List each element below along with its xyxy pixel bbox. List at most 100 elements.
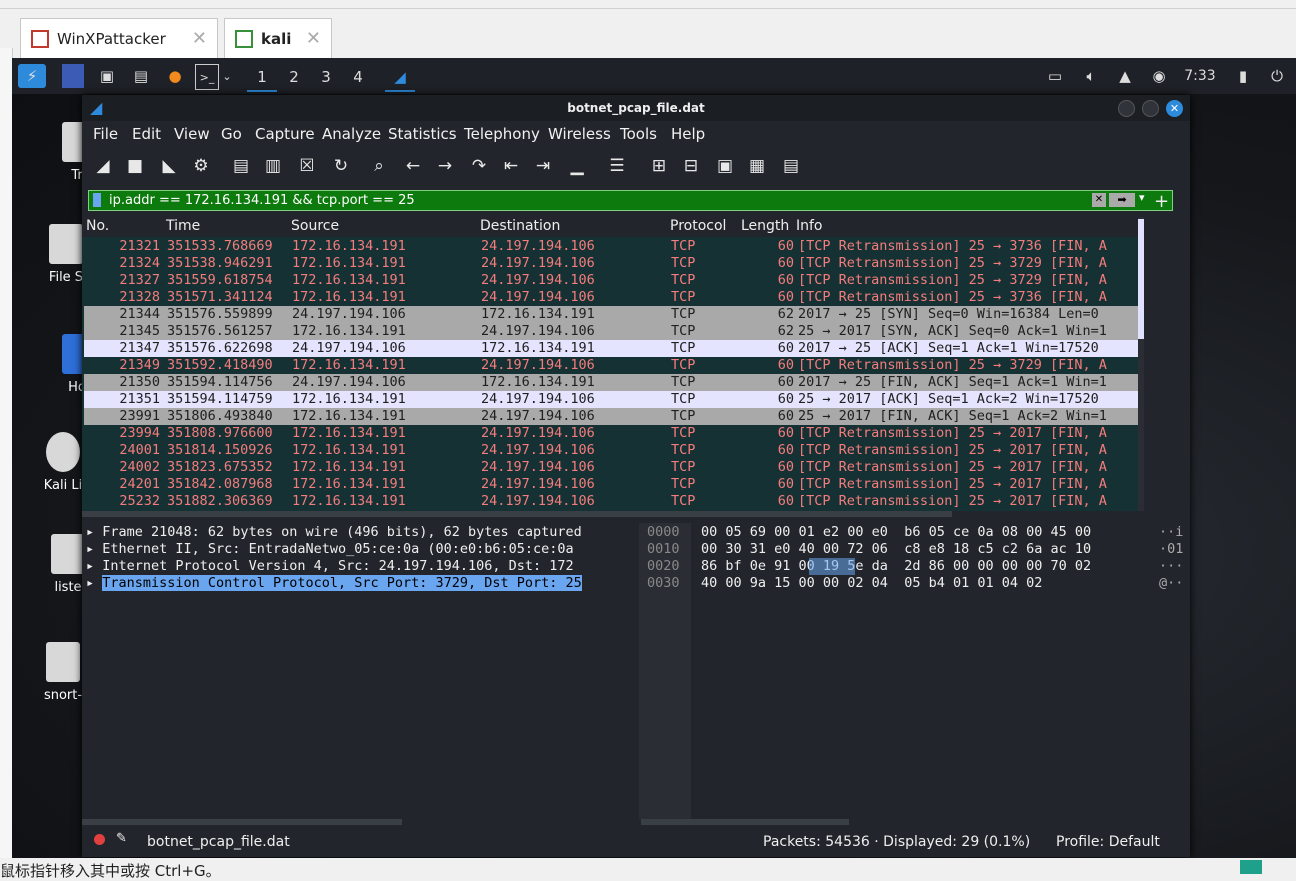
table-row[interactable]: 21344 351576.559899 24.197.194.106 172.16.1… bbox=[84, 306, 1140, 323]
menu-capture[interactable]: Capture bbox=[255, 125, 315, 143]
wireshark-task-icon[interactable]: ◢ bbox=[385, 64, 415, 92]
restart-capture-icon[interactable]: ◣ bbox=[158, 155, 180, 177]
close-file-icon[interactable]: ☒ bbox=[296, 155, 318, 177]
column-info[interactable]: Info bbox=[796, 218, 823, 234]
bytes-hex[interactable]: 00 30 31 e0 40 00 72 06 c8 e8 18 c5 c2 6… bbox=[701, 541, 1091, 558]
minimize-button[interactable] bbox=[1118, 100, 1135, 117]
filter-history-chevron-icon[interactable]: ▾ bbox=[1139, 191, 1145, 204]
save-file-icon[interactable]: ▥ bbox=[262, 155, 284, 177]
menu-go[interactable]: Go bbox=[221, 125, 242, 143]
status-profile[interactable]: Profile: Default bbox=[1056, 834, 1160, 850]
expert-info-icon[interactable] bbox=[94, 834, 105, 845]
first-packet-icon[interactable]: ⇤ bbox=[500, 155, 522, 177]
column-length[interactable]: Length bbox=[741, 218, 789, 234]
bytes-ascii[interactable]: ··· bbox=[1159, 558, 1183, 575]
firefox-icon[interactable]: ● bbox=[164, 64, 186, 88]
text-editor-icon[interactable]: ▤ bbox=[130, 64, 152, 88]
window-title-bar[interactable]: ◢ botnet_pcap_file.dat ✕ bbox=[82, 95, 1190, 121]
volume-icon[interactable]: 🔈︎ bbox=[1082, 64, 1100, 88]
bytes-ascii[interactable]: @·· bbox=[1159, 575, 1183, 592]
menu-telephony[interactable]: Telephony bbox=[464, 125, 540, 143]
display-filter-input[interactable] bbox=[109, 191, 1069, 210]
table-row[interactable]: 21347 351576.622698 24.197.194.106 172.16.1… bbox=[84, 340, 1140, 357]
maximize-button[interactable] bbox=[1142, 100, 1159, 117]
start-capture-icon[interactable]: ◢ bbox=[92, 155, 114, 177]
workspace-4[interactable]: 4 bbox=[343, 64, 373, 90]
table-row[interactable]: 21328 351571.341124 172.16.134.191 24.197.1… bbox=[84, 289, 1140, 306]
menu-file[interactable]: File bbox=[93, 125, 118, 143]
bytes-hex[interactable]: 86 bf 0e 91 00 19 5e da 2d 86 00 00 00 0… bbox=[701, 558, 1091, 575]
notification-icon[interactable]: ▲ bbox=[1116, 64, 1134, 88]
zoom-out-icon[interactable]: ⊟ bbox=[680, 155, 702, 177]
menu-help[interactable]: Help bbox=[671, 125, 705, 143]
table-row[interactable]: 21324 351538.946291 172.16.134.191 24.197.1… bbox=[84, 255, 1140, 272]
bytes-ascii[interactable]: ··i bbox=[1159, 524, 1183, 541]
kali-menu-icon[interactable]: ⚡ bbox=[18, 64, 46, 88]
file-manager-icon[interactable]: ▣ bbox=[96, 64, 118, 88]
apply-filter-icon[interactable]: ➡ bbox=[1109, 193, 1135, 207]
lock-icon[interactable]: ▮ bbox=[1234, 64, 1252, 88]
close-window-button[interactable]: ✕ bbox=[1166, 100, 1183, 117]
close-icon[interactable]: ✕ bbox=[192, 28, 207, 49]
column-source[interactable]: Source bbox=[291, 218, 339, 234]
normal-size-icon[interactable]: ▣ bbox=[714, 155, 736, 177]
workspace-3[interactable]: 3 bbox=[311, 64, 341, 90]
table-row[interactable]: 21327 351559.618754 172.16.134.191 24.197.1… bbox=[84, 272, 1140, 289]
capture-comment-icon[interactable]: ✎ bbox=[116, 831, 127, 846]
column-destination[interactable]: Destination bbox=[480, 218, 560, 234]
vm-tab-winxp[interactable]: WinXPattacker ✕ bbox=[20, 18, 218, 58]
packet-list-scrollbar[interactable] bbox=[1138, 217, 1144, 511]
find-packet-icon[interactable]: ⌕ bbox=[368, 155, 390, 177]
bytes-hex[interactable]: 40 00 9a 15 00 00 02 04 05 b4 01 01 04 0… bbox=[701, 575, 1042, 592]
menu-view[interactable]: View bbox=[174, 125, 210, 143]
bytes-hex[interactable]: 00 05 69 00 01 e2 00 e0 b6 05 ce 0a 08 0… bbox=[701, 524, 1091, 541]
reload-file-icon[interactable]: ↻ bbox=[330, 155, 352, 177]
table-row[interactable]: 25232 351882.306369 172.16.134.191 24.197.1… bbox=[84, 493, 1140, 510]
desktop-icon-filesystem[interactable]: File S bbox=[46, 224, 86, 285]
stop-capture-icon[interactable]: ■ bbox=[124, 155, 146, 177]
menu-wireless[interactable]: Wireless bbox=[548, 125, 611, 143]
bytes-ascii[interactable]: ·01 bbox=[1159, 541, 1183, 558]
menu-tools[interactable]: Tools bbox=[620, 125, 657, 143]
column-time[interactable]: Time bbox=[166, 218, 200, 234]
go-forward-icon[interactable]: → bbox=[434, 155, 456, 177]
table-row[interactable]: 23994 351808.976600 172.16.134.191 24.197.1… bbox=[84, 425, 1140, 442]
screen-icon[interactable]: ▭ bbox=[1046, 64, 1064, 88]
menu-analyze[interactable]: Analyze bbox=[322, 125, 381, 143]
table-row[interactable]: 24001 351814.150926 172.16.134.191 24.197.1… bbox=[84, 442, 1140, 459]
table-row[interactable]: 21321 351533.768669 172.16.134.191 24.197.1… bbox=[84, 238, 1140, 255]
go-back-icon[interactable]: ← bbox=[402, 155, 424, 177]
column-no[interactable]: No. bbox=[86, 218, 109, 234]
close-icon[interactable]: ✕ bbox=[306, 28, 321, 49]
go-to-packet-icon[interactable]: ↷ bbox=[468, 155, 490, 177]
layout-icon[interactable]: ▤ bbox=[780, 155, 802, 177]
table-row[interactable]: 21351 351594.114759 172.16.134.191 24.197.1… bbox=[84, 391, 1140, 408]
chevron-down-icon[interactable]: ⌄ bbox=[220, 64, 234, 88]
bytes-hscrollbar[interactable] bbox=[641, 819, 849, 825]
logout-icon[interactable]: ⏻ bbox=[1268, 64, 1286, 88]
clear-filter-icon[interactable]: ✕ bbox=[1092, 193, 1106, 207]
desktop-icon-snort[interactable]: snort- bbox=[38, 642, 88, 703]
table-row[interactable]: 21349 351592.418490 172.16.134.191 24.197.1… bbox=[84, 357, 1140, 374]
autoscroll-icon[interactable]: ▁ bbox=[566, 155, 588, 177]
workspace-1[interactable]: 1 bbox=[247, 64, 277, 92]
vm-tab-kali[interactable]: kali ✕ bbox=[224, 18, 332, 58]
detail-row-frame[interactable]: ▸ Frame 21048: 62 bytes on wire (496 bit… bbox=[86, 524, 631, 541]
resize-columns-icon[interactable]: ▦ bbox=[746, 155, 768, 177]
colorize-icon[interactable]: ☰ bbox=[606, 155, 628, 177]
last-packet-icon[interactable]: ⇥ bbox=[532, 155, 554, 177]
capture-options-icon[interactable]: ⚙ bbox=[190, 155, 212, 177]
terminal-icon[interactable]: >_ bbox=[195, 64, 219, 90]
packet-list-hscrollbar[interactable] bbox=[82, 511, 952, 517]
desktop-icon-kali[interactable]: Kali Li bbox=[38, 432, 88, 493]
menu-edit[interactable]: Edit bbox=[132, 125, 161, 143]
detail-row-tcp[interactable]: ▸ Transmission Control Protocol, Src Por… bbox=[86, 575, 631, 592]
table-row[interactable]: 23991 351806.493840 172.16.134.191 24.197.1… bbox=[84, 408, 1140, 425]
power-status-icon[interactable]: ◉ bbox=[1150, 64, 1168, 88]
desktop-icon[interactable] bbox=[62, 64, 84, 88]
details-hscrollbar[interactable] bbox=[82, 819, 402, 825]
detail-row-ipv4[interactable]: ▸ Internet Protocol Version 4, Src: 24.1… bbox=[86, 558, 631, 575]
menu-statistics[interactable]: Statistics bbox=[388, 125, 457, 143]
add-filter-button[interactable]: + bbox=[1154, 191, 1169, 212]
table-row[interactable]: 21350 351594.114756 24.197.194.106 172.16.1… bbox=[84, 374, 1140, 391]
